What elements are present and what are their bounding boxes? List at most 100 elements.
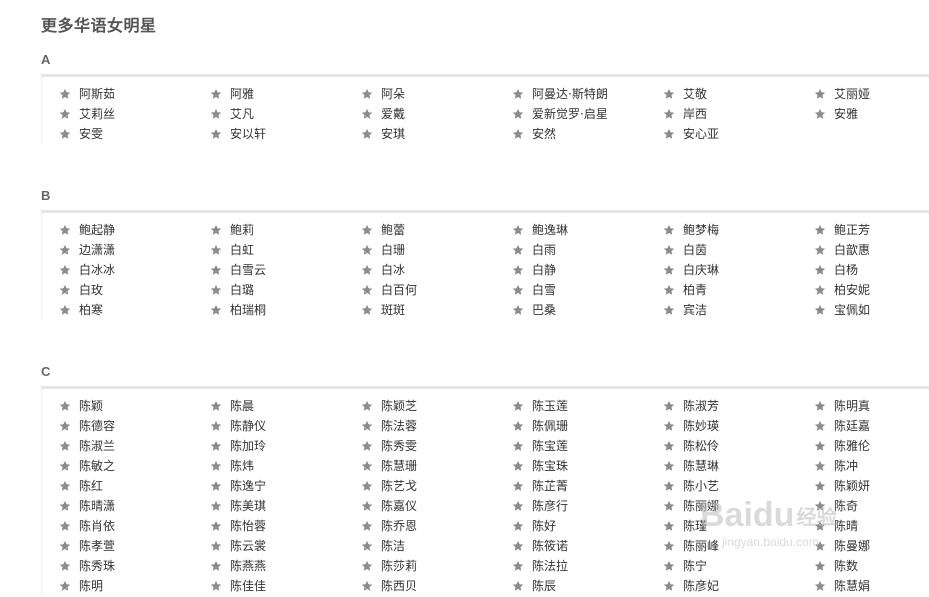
star-name-link[interactable]: 陈曼娜 xyxy=(814,536,929,556)
star-name-link[interactable]: 陈明 xyxy=(59,576,210,596)
star-name-link[interactable]: 陈明真 xyxy=(814,396,929,416)
star-name-link[interactable]: 白茵 xyxy=(663,240,814,260)
star-name-link[interactable]: 安然 xyxy=(512,124,663,144)
star-name-link[interactable]: 白雪 xyxy=(512,280,663,300)
star-name-link[interactable]: 陈秀珠 xyxy=(59,556,210,576)
star-name-link[interactable]: 陈慧琳 xyxy=(663,456,814,476)
star-name-link[interactable]: 岸西 xyxy=(663,104,814,124)
star-name-link[interactable]: 宝佩如 xyxy=(814,300,929,320)
star-name-link[interactable]: 白歆惠 xyxy=(814,240,929,260)
star-name-link[interactable]: 鲍莉 xyxy=(210,220,361,240)
star-name-link[interactable]: 陈颖妍 xyxy=(814,476,929,496)
star-name-link[interactable]: 陈孝萱 xyxy=(59,536,210,556)
star-name-link[interactable]: 白杨 xyxy=(814,260,929,280)
star-name-link[interactable]: 陈西贝 xyxy=(361,576,512,596)
star-name-link[interactable]: 柏安妮 xyxy=(814,280,929,300)
star-name-link[interactable]: 爱戴 xyxy=(361,104,512,124)
star-name-link[interactable]: 陈辰 xyxy=(512,576,663,596)
star-name-link[interactable]: 白玫 xyxy=(59,280,210,300)
star-name-link[interactable]: 陈丽峰 xyxy=(663,536,814,556)
star-name-link[interactable]: 柏寒 xyxy=(59,300,210,320)
star-name-link[interactable]: 白静 xyxy=(512,260,663,280)
star-name-link[interactable]: 陈嘉仪 xyxy=(361,496,512,516)
star-name-link[interactable]: 陈冲 xyxy=(814,456,929,476)
star-name-link[interactable]: 陈燕燕 xyxy=(210,556,361,576)
star-name-link[interactable]: 陈奇 xyxy=(814,496,929,516)
star-name-link[interactable]: 陈肖依 xyxy=(59,516,210,536)
star-name-link[interactable]: 柏青 xyxy=(663,280,814,300)
star-name-link[interactable]: 陈晴潇 xyxy=(59,496,210,516)
star-name-link[interactable]: 陈妙瑛 xyxy=(663,416,814,436)
star-name-link[interactable]: 陈彦妃 xyxy=(663,576,814,596)
star-name-link[interactable]: 陈红 xyxy=(59,476,210,496)
star-name-link[interactable]: 陈逸宁 xyxy=(210,476,361,496)
star-name-link[interactable]: 陈慧娟 xyxy=(814,576,929,596)
star-name-link[interactable]: 边潇潇 xyxy=(59,240,210,260)
star-name-link[interactable]: 鲍正芳 xyxy=(814,220,929,240)
star-name-link[interactable]: 白冰 xyxy=(361,260,512,280)
star-name-link[interactable]: 陈好 xyxy=(512,516,663,536)
star-name-link[interactable]: 陈法拉 xyxy=(512,556,663,576)
star-name-link[interactable]: 安以轩 xyxy=(210,124,361,144)
star-name-link[interactable]: 鲍起静 xyxy=(59,220,210,240)
star-name-link[interactable]: 阿朵 xyxy=(361,84,512,104)
star-name-link[interactable]: 艾敬 xyxy=(663,84,814,104)
star-name-link[interactable]: 鲍梦梅 xyxy=(663,220,814,240)
star-name-link[interactable]: 白虹 xyxy=(210,240,361,260)
star-name-link[interactable]: 艾丽娅 xyxy=(814,84,929,104)
star-name-link[interactable]: 安雯 xyxy=(59,124,210,144)
star-name-link[interactable]: 白雪云 xyxy=(210,260,361,280)
star-name-link[interactable]: 陈秀雯 xyxy=(361,436,512,456)
star-name-link[interactable]: 陈晴 xyxy=(814,516,929,536)
star-name-link[interactable]: 艾凡 xyxy=(210,104,361,124)
star-name-link[interactable]: 陈加玲 xyxy=(210,436,361,456)
star-name-link[interactable]: 安心亚 xyxy=(663,124,814,144)
star-name-link[interactable]: 阿雅 xyxy=(210,84,361,104)
star-name-link[interactable]: 宾洁 xyxy=(663,300,814,320)
star-name-link[interactable]: 安琪 xyxy=(361,124,512,144)
star-name-link[interactable]: 艾莉丝 xyxy=(59,104,210,124)
star-name-link[interactable]: 陈颖 xyxy=(59,396,210,416)
star-name-link[interactable]: 陈淑芳 xyxy=(663,396,814,416)
star-name-link[interactable]: 陈筱诺 xyxy=(512,536,663,556)
star-name-link[interactable]: 陈敏之 xyxy=(59,456,210,476)
star-name-link[interactable]: 鲍逸琳 xyxy=(512,220,663,240)
star-name-link[interactable]: 陈雅伦 xyxy=(814,436,929,456)
star-name-link[interactable]: 陈松伶 xyxy=(663,436,814,456)
star-name-link[interactable]: 白珊 xyxy=(361,240,512,260)
star-name-link[interactable]: 陈晨 xyxy=(210,396,361,416)
star-name-link[interactable]: 白百何 xyxy=(361,280,512,300)
star-name-link[interactable]: 陈洁 xyxy=(361,536,512,556)
star-name-link[interactable]: 阿曼达·斯特朗 xyxy=(512,84,663,104)
star-name-link[interactable]: 陈丽娜 xyxy=(663,496,814,516)
star-name-link[interactable]: 陈玉莲 xyxy=(512,396,663,416)
star-name-link[interactable]: 巴桑 xyxy=(512,300,663,320)
star-name-link[interactable]: 陈佳佳 xyxy=(210,576,361,596)
star-name-link[interactable]: 陈云裳 xyxy=(210,536,361,556)
star-name-link[interactable]: 陈彦行 xyxy=(512,496,663,516)
star-name-link[interactable]: 白雨 xyxy=(512,240,663,260)
star-name-link[interactable]: 陈怡蓉 xyxy=(210,516,361,536)
star-name-link[interactable]: 陈乔恩 xyxy=(361,516,512,536)
star-name-link[interactable]: 阿斯茹 xyxy=(59,84,210,104)
star-name-link[interactable]: 陈宝莲 xyxy=(512,436,663,456)
star-name-link[interactable]: 陈宁 xyxy=(663,556,814,576)
star-name-link[interactable]: 陈芷菁 xyxy=(512,476,663,496)
star-name-link[interactable]: 陈颖芝 xyxy=(361,396,512,416)
star-name-link[interactable]: 陈法蓉 xyxy=(361,416,512,436)
star-name-link[interactable]: 陈廷嘉 xyxy=(814,416,929,436)
star-name-link[interactable]: 陈数 xyxy=(814,556,929,576)
star-name-link[interactable]: 陈莎莉 xyxy=(361,556,512,576)
star-name-link[interactable]: 陈小艺 xyxy=(663,476,814,496)
star-name-link[interactable]: 陈德容 xyxy=(59,416,210,436)
star-name-link[interactable]: 白冰冰 xyxy=(59,260,210,280)
star-name-link[interactable]: 安雅 xyxy=(814,104,929,124)
star-name-link[interactable]: 陈佩珊 xyxy=(512,416,663,436)
star-name-link[interactable]: 陈淑兰 xyxy=(59,436,210,456)
star-name-link[interactable]: 陈炜 xyxy=(210,456,361,476)
star-name-link[interactable]: 鲍蕾 xyxy=(361,220,512,240)
star-name-link[interactable]: 柏瑞桐 xyxy=(210,300,361,320)
star-name-link[interactable]: 陈宝珠 xyxy=(512,456,663,476)
star-name-link[interactable]: 斑斑 xyxy=(361,300,512,320)
star-name-link[interactable]: 陈瑾 xyxy=(663,516,814,536)
